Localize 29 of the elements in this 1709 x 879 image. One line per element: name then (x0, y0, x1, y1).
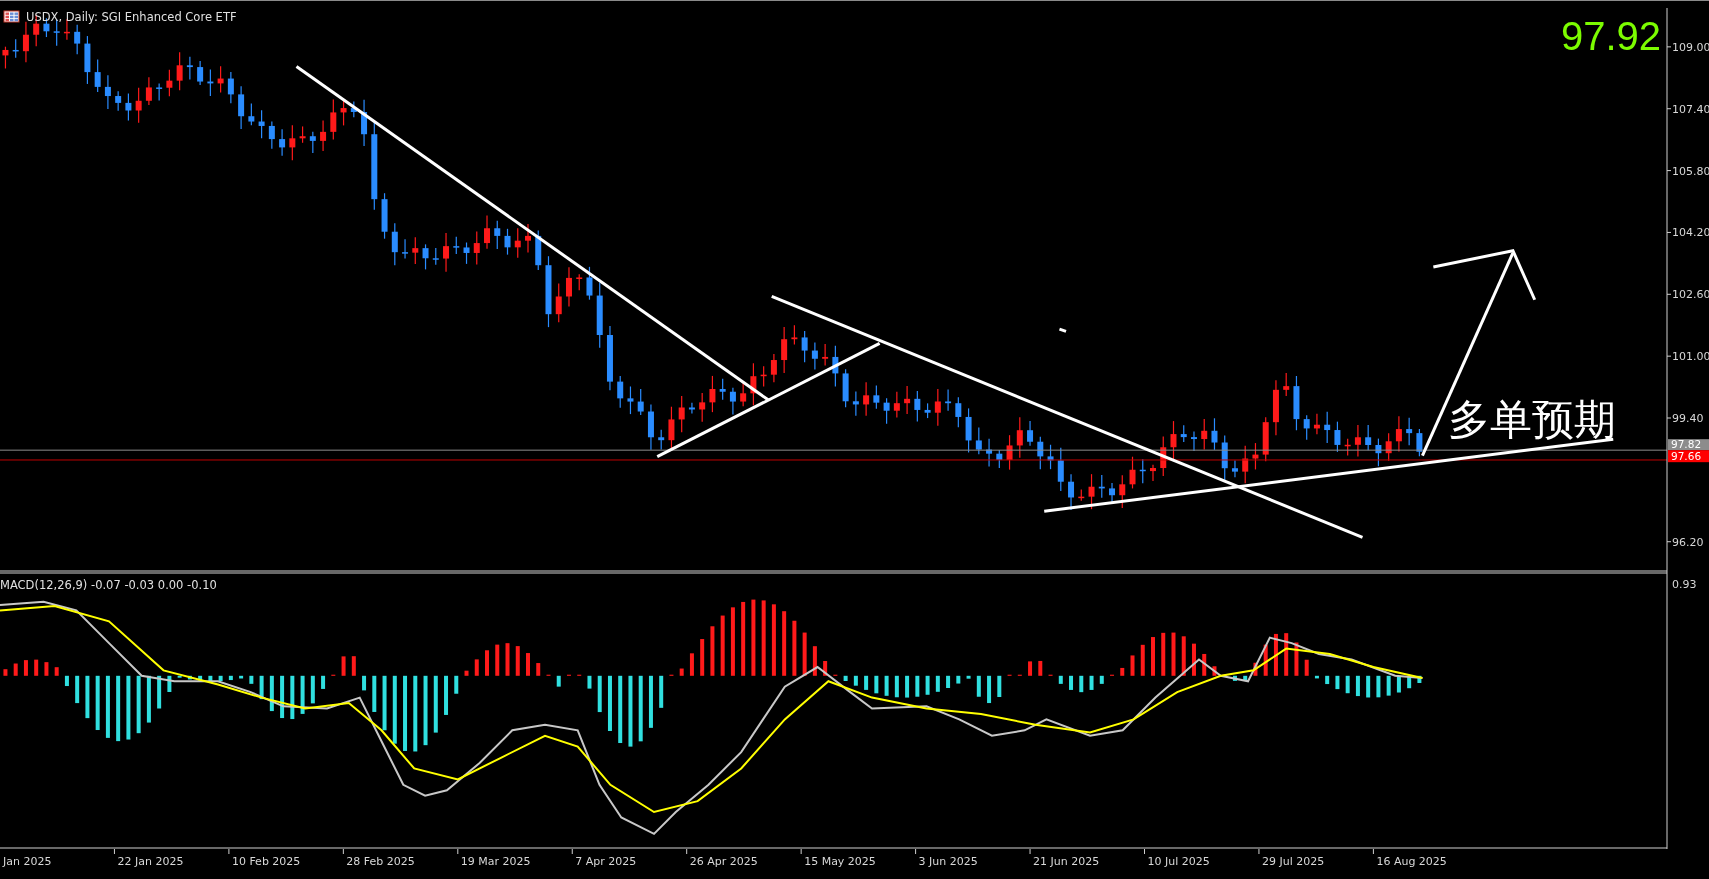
date-tick: 19 Mar 2025 (460, 855, 531, 868)
chart-title: USDX, Daily: SGI Enhanced Core ETF (26, 10, 237, 24)
date-tick: 26 Apr 2025 (689, 855, 758, 868)
date-tick: 7 Apr 2025 (575, 855, 637, 868)
date-tick: 21 Jun 2025 (1033, 855, 1100, 868)
last-price: 97.92 (1560, 14, 1661, 58)
date-tick: 15 May 2025 (804, 855, 876, 868)
current-price-tag: 97.82 (1668, 438, 1709, 451)
date-tick: 10 Feb 2025 (231, 855, 301, 868)
date-tick: 29 Jul 2025 (1261, 855, 1325, 868)
price-tick: 105.80 (1672, 164, 1709, 178)
indicator-tick: 0.93 (1672, 578, 1697, 591)
price-tick: 102.60 (1672, 288, 1709, 302)
price-tick: 104.20 (1672, 226, 1709, 240)
price-tick: 96.20 (1672, 535, 1704, 549)
indicator-label: MACD(12,26,9) -0.07 -0.03 0.00 -0.10 (0, 578, 217, 592)
date-tick: 22 Jan 2025 (117, 855, 184, 868)
price-tick: 101.00 (1672, 350, 1709, 364)
date-tick: 3 Jun 2025 (918, 855, 978, 868)
price-tick: 99.40 (1672, 412, 1704, 425)
date-tick: 10 Jul 2025 (1147, 855, 1210, 868)
chart-grid-icon (3, 10, 20, 23)
line-price-tag: 97.66 (1668, 450, 1709, 463)
date-tick: Jan 2025 (3, 855, 52, 868)
annotation-text: 多单预期 (1448, 394, 1616, 444)
date-tick: 16 Aug 2025 (1376, 855, 1447, 868)
price-tick: 109.00 (1672, 40, 1709, 54)
date-tick: 28 Feb 2025 (346, 855, 415, 868)
price-tick: 107.40 (1672, 102, 1709, 116)
